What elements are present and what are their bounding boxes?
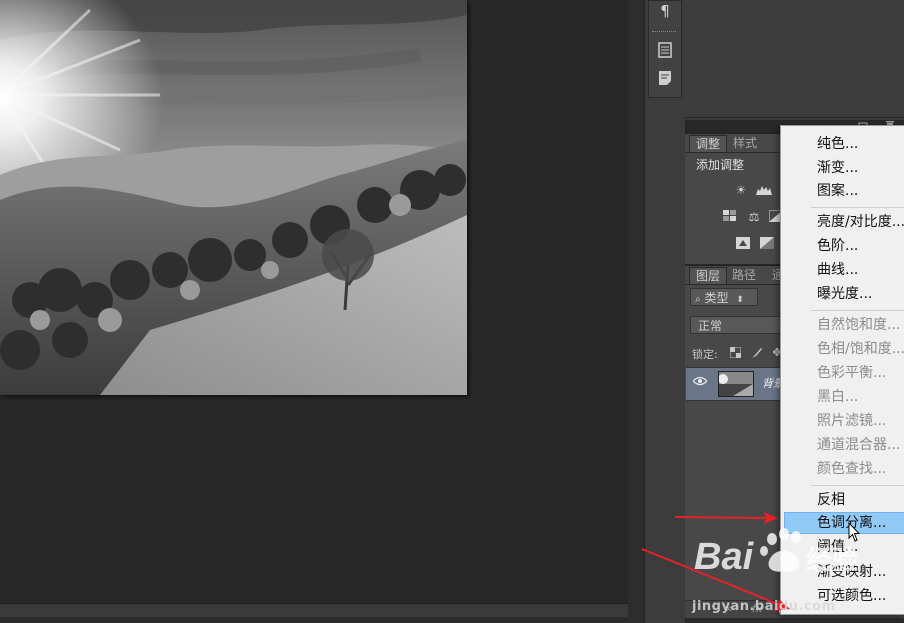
add-adjustment-label: 添加调整 bbox=[696, 158, 745, 172]
blend-mode-value: 正常 bbox=[698, 319, 723, 333]
photo-image bbox=[0, 0, 467, 395]
menu-item-brightness-contrast[interactable]: 亮度/对比度... bbox=[817, 212, 904, 232]
menu-item-pattern[interactable]: 图案... bbox=[817, 181, 858, 201]
menu-item-color-lookup: 颜色查找... bbox=[817, 461, 887, 477]
menu-item-levels[interactable]: 色阶... bbox=[817, 236, 858, 256]
empty-panel bbox=[685, 0, 904, 118]
filter-label: 类型 bbox=[704, 291, 729, 305]
chevron-updown-icon: ⬍ bbox=[736, 295, 744, 305]
levels-icon[interactable] bbox=[756, 183, 772, 197]
menu-item-hue-saturation: 色相/饱和度... bbox=[817, 341, 904, 357]
svg-text:经验: 经验 bbox=[806, 545, 858, 576]
search-icon: ⌕ bbox=[695, 294, 701, 305]
menu-item-curves[interactable]: 曲线... bbox=[817, 260, 858, 280]
panel-grip[interactable] bbox=[652, 31, 676, 34]
menu-item-channel-mixer: 通道混合器... bbox=[817, 437, 901, 453]
menu-separator bbox=[811, 207, 904, 208]
notes-icon[interactable] bbox=[656, 70, 674, 88]
menu-separator bbox=[811, 310, 904, 311]
invert-icon[interactable] bbox=[735, 237, 751, 251]
menu-item-gradient[interactable]: 渐变... bbox=[817, 158, 858, 178]
vibrance-icon[interactable] bbox=[722, 210, 738, 224]
menu-separator bbox=[811, 485, 904, 486]
menu-item-photo-filter: 照片滤镜... bbox=[817, 413, 887, 429]
eye-icon[interactable] bbox=[692, 376, 708, 388]
gradient-map-icon[interactable] bbox=[759, 237, 775, 251]
lock-brush-icon[interactable] bbox=[751, 347, 763, 359]
tab-paths[interactable]: 路径 bbox=[726, 267, 762, 284]
tab-layers[interactable]: 图层 bbox=[689, 267, 728, 285]
menu-item-color-balance: 色彩平衡... bbox=[817, 365, 887, 381]
menu-item-vibrance: 自然饱和度... bbox=[817, 317, 901, 333]
brightness-icon[interactable]: ☀ bbox=[733, 183, 749, 197]
lock-label: 锁定: bbox=[692, 348, 718, 361]
menu-item-exposure[interactable]: 曝光度... bbox=[817, 284, 872, 304]
layer-filter-select[interactable]: ⌕ 类型 ⬍ bbox=[690, 288, 758, 306]
menu-item-solid-color[interactable]: 纯色... bbox=[817, 134, 858, 154]
baidu-watermark-logo: Bai 经验 bbox=[694, 527, 904, 601]
layer-thumbnail[interactable] bbox=[718, 371, 754, 397]
tab-adjustments[interactable]: 调整 bbox=[689, 135, 728, 153]
watermark-url: jingyan.baidu.com bbox=[692, 599, 836, 614]
menu-item-black-white: 黑白... bbox=[817, 389, 859, 405]
svg-text:Bai: Bai bbox=[694, 536, 755, 578]
lock-transparent-icon[interactable] bbox=[729, 346, 741, 359]
blend-mode-select[interactable]: 正常 bbox=[690, 316, 782, 334]
paragraph-icon[interactable]: ¶ bbox=[656, 2, 674, 20]
horizontal-scrollbar[interactable] bbox=[0, 603, 628, 618]
tab-styles[interactable]: 样式 bbox=[727, 135, 763, 152]
properties-icon[interactable] bbox=[656, 42, 674, 60]
color-balance-icon[interactable]: ⚖ bbox=[746, 210, 762, 224]
